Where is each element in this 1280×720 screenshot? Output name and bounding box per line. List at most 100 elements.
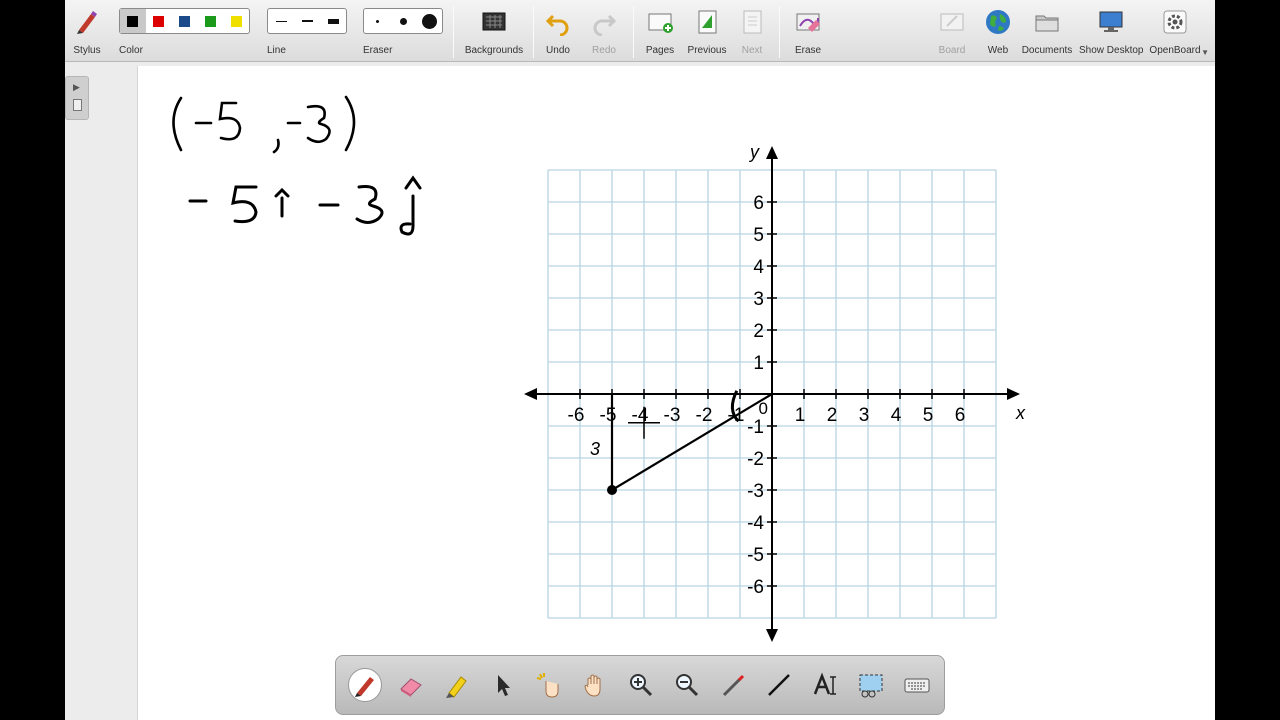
color-swatch-black[interactable]	[120, 9, 146, 33]
erase-button[interactable]: Erase	[789, 4, 827, 60]
y-tick-label: 1	[753, 353, 764, 374]
y-axis-label: y	[748, 142, 760, 162]
zoom-in-icon	[630, 674, 653, 697]
board-button[interactable]: Board	[933, 4, 971, 60]
ink-i-hat	[274, 187, 290, 218]
next-page-icon	[743, 10, 762, 34]
color-swatch-yellow[interactable]	[223, 9, 249, 33]
pointer-arrow-icon	[498, 675, 510, 696]
web-button[interactable]: Web	[979, 4, 1017, 60]
gear-icon	[1163, 10, 1187, 34]
y-tick-label: -5	[747, 545, 764, 566]
toolbar-divider	[533, 6, 534, 58]
leg-label: 3	[590, 439, 600, 459]
openboard-menu-button[interactable]: OpenBoard ▼	[1147, 4, 1209, 60]
pen-tool-button[interactable]	[348, 668, 382, 702]
capture-icon	[859, 674, 883, 698]
stylus-button[interactable]: Stylus	[65, 4, 109, 60]
line-tool-button[interactable]	[762, 668, 796, 702]
documents-button[interactable]: Documents	[1021, 4, 1073, 60]
ink-canvas[interactable]: -6-5-4-3-2-1123456654321-1-2-3-4-5-60xy …	[138, 66, 1215, 720]
x-tick-label: -3	[664, 405, 681, 426]
board-icon	[940, 13, 964, 31]
hand-tool-button[interactable]	[578, 668, 612, 702]
text-icon	[813, 672, 836, 695]
color-palette	[119, 8, 250, 34]
zoom-in-tool-button[interactable]	[624, 668, 658, 702]
x-tick-label: -5	[600, 405, 617, 426]
y-tick-label: 6	[753, 193, 764, 214]
y-tick-label: -1	[747, 417, 764, 438]
keyboard-tool-button[interactable]	[900, 668, 934, 702]
line-width-medium[interactable]	[294, 9, 320, 33]
ink-five	[218, 101, 242, 141]
pages-button[interactable]: Pages	[641, 4, 679, 60]
color-swatch-green[interactable]	[197, 9, 223, 33]
redo-button[interactable]: Redo	[585, 4, 623, 60]
eraser-size-large[interactable]	[416, 9, 442, 33]
y-tick-label: -3	[747, 481, 764, 502]
ink-five	[231, 185, 258, 224]
add-page-icon	[648, 13, 673, 33]
laser-pointer-icon	[722, 674, 745, 697]
ink-j-hat	[399, 175, 422, 236]
x-tick-label: 4	[891, 405, 902, 426]
ink-three	[355, 185, 384, 224]
selector-tool-button[interactable]	[486, 668, 520, 702]
y-axis-arrow-down	[766, 629, 778, 642]
highlighter-tool-button[interactable]	[440, 668, 474, 702]
line-width-thin[interactable]	[268, 9, 294, 33]
x-axis-arrow-right	[1007, 388, 1020, 400]
undo-icon	[545, 14, 569, 36]
eraser-tool-button[interactable]	[394, 668, 428, 702]
backgrounds-button[interactable]: Backgrounds	[461, 4, 527, 60]
redo-icon	[593, 14, 617, 36]
eraser-label: Eraser	[363, 45, 393, 56]
monitor-icon	[1099, 11, 1123, 32]
top-toolbar: Stylus Color Line Eraser Backgrounds Und…	[65, 0, 1215, 62]
graph-tick-labels: -6-5-4-3-2-1123456654321-1-2-3-4-5-60xy	[568, 142, 1026, 598]
openboard-window: Stylus Color Line Eraser Backgrounds Und…	[65, 0, 1215, 720]
next-page-button[interactable]: Next	[733, 4, 771, 60]
erase-page-icon	[796, 13, 820, 32]
keyboard-icon	[904, 678, 930, 693]
color-swatch-blue[interactable]	[172, 9, 198, 33]
whiteboard-page[interactable]: -6-5-4-3-2-1123456654321-1-2-3-4-5-60xy …	[137, 66, 1215, 720]
ink-comma	[272, 138, 280, 154]
globe-icon	[986, 10, 1010, 34]
eraser-size-medium[interactable]	[390, 9, 416, 33]
handwritten-coordinate	[172, 95, 356, 154]
text-tool-button[interactable]	[808, 668, 842, 702]
plotted-point	[607, 485, 617, 495]
ink-open-paren	[172, 96, 183, 152]
toolbar-divider	[633, 6, 634, 58]
interactor-tool-button[interactable]	[532, 668, 566, 702]
menu-dropdown-icon[interactable]: ▼	[1201, 48, 1209, 57]
pen-icon	[355, 677, 374, 697]
pages-panel-icon	[73, 99, 82, 111]
line-icon	[768, 674, 790, 696]
show-desktop-button[interactable]: Show Desktop	[1079, 4, 1143, 60]
line-width-thick[interactable]	[320, 9, 346, 33]
x-tick-label: 1	[795, 405, 806, 426]
folder-icon	[1035, 15, 1059, 32]
x-tick-label: 3	[859, 405, 870, 426]
zoom-out-tool-button[interactable]	[670, 668, 704, 702]
y-tick-label: 5	[753, 225, 764, 246]
previous-page-icon	[698, 10, 717, 34]
previous-page-button[interactable]: Previous	[685, 4, 729, 60]
toolbar-divider	[779, 6, 780, 58]
hand-icon	[584, 674, 601, 697]
x-axis-label: x	[1015, 403, 1026, 423]
color-swatch-red[interactable]	[146, 9, 172, 33]
undo-button[interactable]: Undo	[539, 4, 577, 60]
laser-pointer-tool-button[interactable]	[716, 668, 750, 702]
y-tick-label: -2	[747, 449, 764, 470]
capture-tool-button[interactable]	[854, 668, 888, 702]
left-palette-toggle[interactable]: ▶	[65, 76, 89, 120]
toolbar-divider	[453, 6, 454, 58]
stylus-icon	[77, 11, 97, 34]
eraser-size-small[interactable]	[364, 9, 390, 33]
ink-close-paren	[344, 95, 356, 152]
highlighter-icon	[446, 676, 467, 698]
